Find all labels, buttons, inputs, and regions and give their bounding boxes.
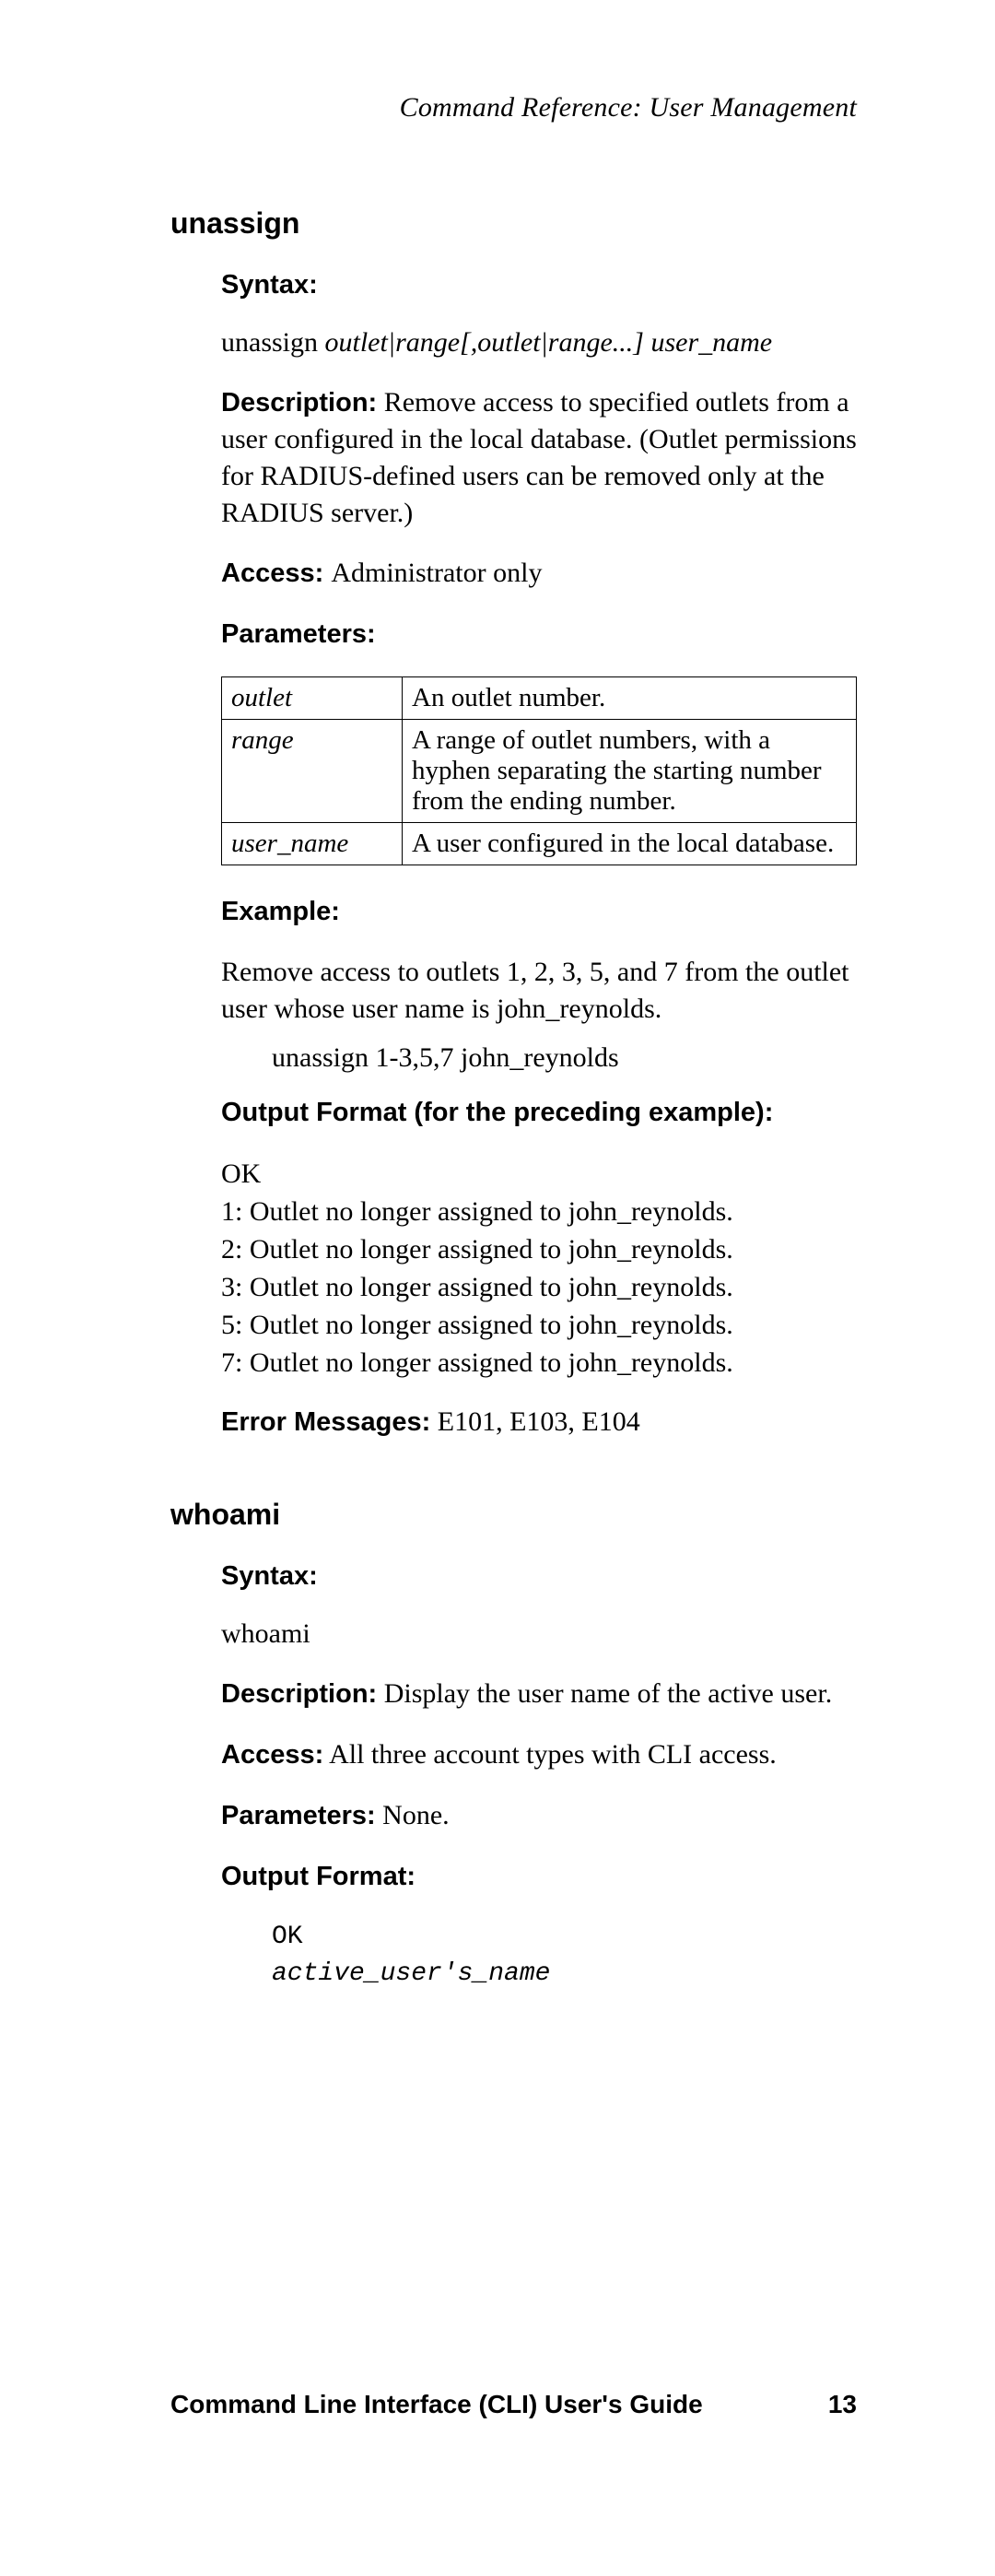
- param-desc: A user configured in the local database.: [403, 823, 857, 865]
- param-name: user_name: [222, 823, 403, 865]
- running-header: Command Reference: User Management: [170, 92, 857, 124]
- parameters-text: None.: [376, 1800, 450, 1830]
- errors-label: Error Messages:: [221, 1407, 430, 1437]
- table-row: range A range of outlet numbers, with a …: [222, 720, 857, 823]
- footer-page-number: 13: [828, 2390, 857, 2419]
- param-name: outlet: [222, 677, 403, 720]
- access-para: Access: All three account types with CLI…: [221, 1736, 857, 1773]
- syntax-args: outlet|range[,outlet|range...] user_name: [318, 327, 772, 358]
- syntax-label: Syntax:: [221, 1561, 318, 1591]
- param-desc: A range of outlet numbers, with a hyphen…: [403, 720, 857, 823]
- access-label: Access:: [221, 559, 331, 588]
- output-line: 1: Outlet no longer assigned to john_rey…: [221, 1193, 857, 1230]
- access-label: Access:: [221, 1740, 323, 1770]
- example-label: Example:: [221, 897, 340, 926]
- description-label: Description:: [221, 388, 377, 418]
- page-footer: Command Line Interface (CLI) User's Guid…: [170, 2390, 857, 2419]
- param-name: range: [222, 720, 403, 823]
- output-line: 3: Outlet no longer assigned to john_rey…: [221, 1268, 857, 1306]
- output-line: 7: Outlet no longer assigned to john_rey…: [221, 1344, 857, 1382]
- example-command: unassign 1-3,5,7 john_reynolds: [272, 1042, 857, 1074]
- output-lines: OK 1: Outlet no longer assigned to john_…: [221, 1155, 857, 1382]
- param-desc: An outlet number.: [403, 677, 857, 720]
- description-para: Description: Display the user name of th…: [221, 1676, 857, 1712]
- errors-text: E101, E103, E104: [430, 1406, 639, 1437]
- output-line: 2: Outlet no longer assigned to john_rey…: [221, 1230, 857, 1268]
- syntax-cmd: unassign: [221, 327, 318, 358]
- mono-line-italic: active_user's_name: [272, 1959, 550, 1988]
- output-line: OK: [221, 1155, 857, 1193]
- cmd-title-unassign: unassign: [170, 206, 857, 241]
- parameters-label: Parameters:: [221, 1801, 376, 1830]
- description-text: Display the user name of the active user…: [377, 1678, 832, 1709]
- output-format-label: Output Format (for the preceding example…: [221, 1098, 773, 1127]
- cmd-title-whoami: whoami: [170, 1498, 857, 1532]
- command-whoami: whoami Syntax: whoami Description: Displ…: [170, 1498, 857, 1994]
- syntax-line: unassign outlet|range[,outlet|range...] …: [221, 327, 857, 359]
- mono-line: OK: [272, 1923, 303, 1951]
- output-mono: OK active_user's_name: [272, 1919, 857, 1994]
- example-text: Remove access to outlets 1, 2, 3, 5, and…: [221, 954, 857, 1028]
- description-para: Description: Remove access to specified …: [221, 384, 857, 532]
- parameters-para: Parameters: None.: [221, 1797, 857, 1834]
- output-line: 5: Outlet no longer assigned to john_rey…: [221, 1306, 857, 1344]
- parameters-table: outlet An outlet number. range A range o…: [221, 676, 857, 865]
- syntax-text: whoami: [221, 1618, 857, 1650]
- command-unassign: unassign Syntax: unassign outlet|range[,…: [170, 206, 857, 1441]
- footer-title: Command Line Interface (CLI) User's Guid…: [170, 2390, 703, 2419]
- syntax-label: Syntax:: [221, 270, 318, 300]
- table-row: user_name A user configured in the local…: [222, 823, 857, 865]
- parameters-label: Parameters:: [221, 619, 376, 649]
- table-row: outlet An outlet number.: [222, 677, 857, 720]
- access-para: Access: Administrator only: [221, 555, 857, 592]
- errors-para: Error Messages: E101, E103, E104: [221, 1404, 857, 1441]
- description-label: Description:: [221, 1679, 377, 1709]
- output-format-label: Output Format:: [221, 1862, 416, 1891]
- access-text: Administrator only: [331, 558, 542, 588]
- access-text: All three account types with CLI access.: [323, 1739, 777, 1770]
